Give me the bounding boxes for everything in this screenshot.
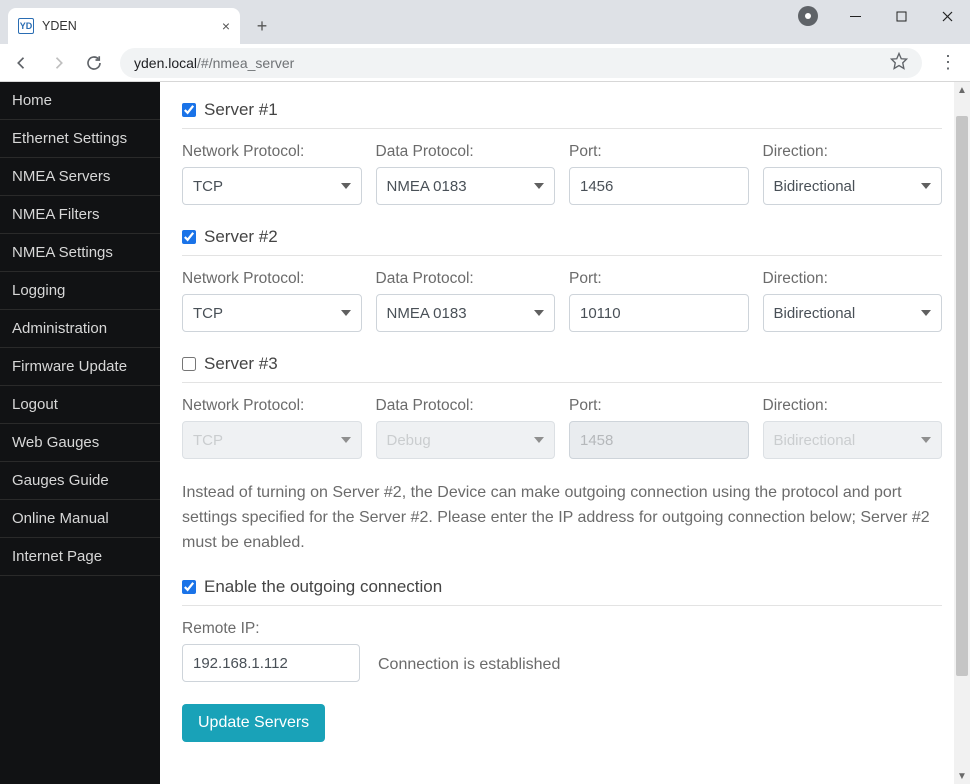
- direction-label: Direction:: [763, 143, 943, 161]
- sidebar-item-nmea-servers[interactable]: NMEA Servers: [0, 158, 160, 196]
- browser-tab[interactable]: YD YDEN ×: [8, 8, 240, 44]
- data-protocol-label: Data Protocol:: [376, 143, 556, 161]
- browser-titlebar: YD YDEN × +: [0, 0, 970, 44]
- forward-button[interactable]: [42, 47, 74, 79]
- scroll-down-icon[interactable]: ▼: [954, 768, 970, 784]
- sidebar-item-logging[interactable]: Logging: [0, 272, 160, 310]
- server-2-network-protocol-select[interactable]: TCP: [182, 294, 362, 332]
- scrollbar-thumb[interactable]: [956, 116, 968, 676]
- sidebar-item-web-gauges[interactable]: Web Gauges: [0, 424, 160, 462]
- sidebar: HomeEthernet SettingsNMEA ServersNMEA Fi…: [0, 82, 160, 784]
- remote-ip-label: Remote IP:: [182, 620, 360, 638]
- window-maximize-button[interactable]: [878, 0, 924, 32]
- server-1-enable-checkbox[interactable]: [182, 103, 196, 117]
- sidebar-item-online-manual[interactable]: Online Manual: [0, 500, 160, 538]
- favicon: YD: [18, 18, 34, 34]
- main-content: Server #1 Network Protocol: TCP Data Protoc…: [160, 82, 970, 784]
- port-label: Port:: [569, 143, 749, 161]
- network-protocol-label: Network Protocol:: [182, 143, 362, 161]
- back-button[interactable]: [6, 47, 38, 79]
- bookmark-star-icon[interactable]: [890, 52, 908, 73]
- vertical-scrollbar[interactable]: ▲ ▼: [954, 82, 970, 784]
- url-path: /#/nmea_server: [197, 55, 294, 71]
- sidebar-item-firmware-update[interactable]: Firmware Update: [0, 348, 160, 386]
- server-1-network-protocol-select[interactable]: TCP: [182, 167, 362, 205]
- server-3-direction-select: Bidirectional: [763, 421, 943, 459]
- enable-outgoing-label: Enable the outgoing connection: [204, 577, 442, 597]
- server-1-port-input[interactable]: [569, 167, 749, 205]
- server-2-direction-select[interactable]: Bidirectional: [763, 294, 943, 332]
- network-protocol-label: Network Protocol:: [182, 270, 362, 288]
- server-3-network-protocol-select: TCP: [182, 421, 362, 459]
- sidebar-item-home[interactable]: Home: [0, 82, 160, 120]
- port-label: Port:: [569, 270, 749, 288]
- address-bar[interactable]: yden.local/#/nmea_server: [120, 48, 922, 78]
- new-tab-button[interactable]: +: [248, 12, 276, 40]
- outgoing-description: Instead of turning on Server #2, the Dev…: [182, 481, 942, 555]
- server-2-port-input[interactable]: [569, 294, 749, 332]
- scroll-up-icon[interactable]: ▲: [954, 82, 970, 98]
- update-servers-button[interactable]: Update Servers: [182, 704, 325, 742]
- sidebar-item-administration[interactable]: Administration: [0, 310, 160, 348]
- url-host: yden.local: [134, 55, 197, 71]
- browser-toolbar: yden.local/#/nmea_server ⋮: [0, 44, 970, 82]
- server-3-title: Server #3: [204, 354, 278, 374]
- sidebar-item-internet-page[interactable]: Internet Page: [0, 538, 160, 576]
- tab-title: YDEN: [42, 19, 214, 33]
- data-protocol-label: Data Protocol:: [376, 397, 556, 415]
- sidebar-item-nmea-filters[interactable]: NMEA Filters: [0, 196, 160, 234]
- server-1-direction-select[interactable]: Bidirectional: [763, 167, 943, 205]
- server-1-title: Server #1: [204, 100, 278, 120]
- profile-icon[interactable]: [798, 6, 818, 26]
- server-2-title: Server #2: [204, 227, 278, 247]
- server-3-enable-checkbox[interactable]: [182, 357, 196, 371]
- sidebar-item-logout[interactable]: Logout: [0, 386, 160, 424]
- reload-button[interactable]: [78, 47, 110, 79]
- network-protocol-label: Network Protocol:: [182, 397, 362, 415]
- data-protocol-label: Data Protocol:: [376, 270, 556, 288]
- server-3-data-protocol-select: Debug: [376, 421, 556, 459]
- server-2-data-protocol-select[interactable]: NMEA 0183: [376, 294, 556, 332]
- server-3-port-input: [569, 421, 749, 459]
- enable-outgoing-checkbox[interactable]: [182, 580, 196, 594]
- remote-ip-input[interactable]: [182, 644, 360, 682]
- tab-close-icon[interactable]: ×: [222, 19, 230, 33]
- server-2-enable-checkbox[interactable]: [182, 230, 196, 244]
- window-close-button[interactable]: [924, 0, 970, 32]
- server-1-data-protocol-select[interactable]: NMEA 0183: [376, 167, 556, 205]
- sidebar-item-ethernet-settings[interactable]: Ethernet Settings: [0, 120, 160, 158]
- port-label: Port:: [569, 397, 749, 415]
- connection-status: Connection is established: [378, 656, 560, 682]
- window-minimize-button[interactable]: [832, 0, 878, 32]
- sidebar-item-gauges-guide[interactable]: Gauges Guide: [0, 462, 160, 500]
- direction-label: Direction:: [763, 270, 943, 288]
- sidebar-item-nmea-settings[interactable]: NMEA Settings: [0, 234, 160, 272]
- browser-menu-icon[interactable]: ⋮: [932, 47, 964, 79]
- direction-label: Direction:: [763, 397, 943, 415]
